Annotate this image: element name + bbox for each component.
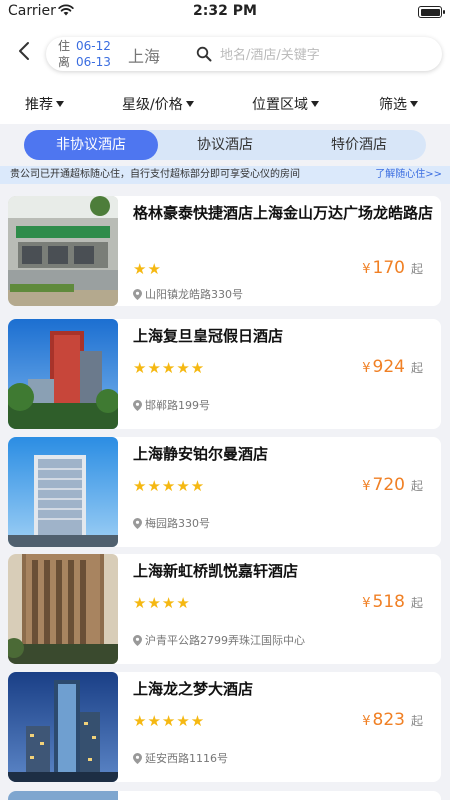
- hotel-name: 格林豪泰快捷酒店上海金山万达广场龙皓路店: [133, 204, 434, 222]
- hotel-address: 沪青平公路2799弄珠江国际中心: [133, 632, 305, 648]
- tab-non-agreement[interactable]: 非协议酒店: [24, 130, 158, 160]
- tab-agreement[interactable]: 协议酒店: [158, 130, 292, 160]
- location-pin-icon: [133, 634, 142, 646]
- filter-location[interactable]: 位置区域: [252, 94, 319, 114]
- filter-label: 位置区域: [252, 97, 308, 113]
- star-rating: ★★★★★: [133, 477, 206, 495]
- price-value: 823: [372, 710, 405, 730]
- hotel-list: 格林豪泰快捷酒店上海金山万达广场龙皓路店 ★★ ¥170 起 山阳镇龙皓路330号…: [0, 188, 450, 800]
- price-value: 924: [372, 357, 405, 377]
- hotel-price: ¥170 起: [362, 258, 423, 278]
- hotel-price: ¥924 起: [362, 357, 423, 377]
- address-text: 梅园路330号: [145, 517, 210, 530]
- hotel-image: [8, 319, 118, 429]
- filter-label: 星级/价格: [122, 97, 183, 113]
- hotel-image: [8, 554, 118, 664]
- checkout-date: 06-13: [76, 55, 111, 69]
- price-suffix: 起: [410, 714, 423, 728]
- location-pin-icon: [133, 399, 142, 411]
- price-value: 170: [372, 258, 405, 278]
- status-bar: Carrier 2:32 PM: [0, 0, 450, 24]
- notice-banner: 贵公司已开通超标随心住，自行支付超标部分即可享受心仪的房间 了解随心住>>: [0, 166, 450, 184]
- hotel-card[interactable]: 上海静安铂尔曼酒店 ★★★★★ ¥720 起 梅园路330号: [8, 437, 441, 547]
- date-picker[interactable]: 住 06-12 离 06-13: [58, 38, 111, 70]
- hotel-name: 上海新虹桥凯悦嘉轩酒店: [133, 562, 299, 580]
- hotel-image: [8, 791, 118, 800]
- hotel-price: ¥720 起: [362, 475, 423, 495]
- hotel-card-partial[interactable]: [8, 791, 441, 800]
- filter-more[interactable]: 筛选: [379, 94, 418, 114]
- hotel-name: 上海静安铂尔曼酒店: [133, 445, 269, 463]
- checkin-label: 住: [58, 39, 71, 53]
- search-icon: [196, 46, 212, 62]
- address-text: 延安西路1116号: [145, 752, 228, 765]
- filter-bar: 推荐 星级/价格 位置区域 筛选: [0, 82, 450, 124]
- search-bar[interactable]: 住 06-12 离 06-13 上海: [46, 37, 442, 71]
- filter-recommend[interactable]: 推荐: [25, 94, 64, 114]
- currency-symbol: ¥: [362, 262, 371, 277]
- hotel-card[interactable]: 上海新虹桥凯悦嘉轩酒店 ★★★★ ¥518 起 沪青平公路2799弄珠江国际中心: [8, 554, 441, 664]
- hotel-address: 延安西路1116号: [133, 750, 228, 766]
- location-pin-icon: [133, 288, 142, 300]
- hotel-address: 梅园路330号: [133, 515, 210, 531]
- hotel-image: [8, 437, 118, 547]
- dropdown-triangle-icon: [410, 101, 418, 107]
- dropdown-triangle-icon: [56, 101, 64, 107]
- hotel-card[interactable]: 上海复旦皇冠假日酒店 ★★★★★ ¥924 起 邯郸路199号: [8, 319, 441, 429]
- checkin-date: 06-12: [76, 39, 111, 53]
- currency-symbol: ¥: [362, 596, 371, 611]
- price-value: 720: [372, 475, 405, 495]
- notice-link[interactable]: 了解随心住>>: [375, 166, 442, 184]
- hotel-address: 邯郸路199号: [133, 397, 210, 413]
- hotel-address: 山阳镇龙皓路330号: [133, 286, 243, 302]
- price-suffix: 起: [410, 479, 423, 493]
- filter-label: 推荐: [25, 97, 53, 113]
- hotel-type-tabs-area: 非协议酒店 协议酒店 特价酒店: [0, 124, 450, 166]
- filter-star-price[interactable]: 星级/价格: [122, 94, 194, 114]
- tab-special-price[interactable]: 特价酒店: [292, 130, 426, 160]
- hotel-name: 上海复旦皇冠假日酒店: [133, 327, 284, 345]
- price-suffix: 起: [410, 262, 423, 276]
- star-rating: ★★: [133, 260, 162, 278]
- currency-symbol: ¥: [362, 714, 371, 729]
- price-value: 518: [372, 592, 405, 612]
- hotel-name: 上海龙之梦大酒店: [133, 680, 254, 698]
- currency-symbol: ¥: [362, 361, 371, 376]
- checkout-label: 离: [58, 55, 71, 69]
- battery-icon: [418, 6, 445, 18]
- hotel-type-tabs: 非协议酒店 协议酒店 特价酒店: [24, 130, 426, 160]
- filter-label: 筛选: [379, 97, 407, 113]
- hotel-card[interactable]: 格林豪泰快捷酒店上海金山万达广场龙皓路店 ★★ ¥170 起 山阳镇龙皓路330号: [8, 196, 441, 306]
- back-arrow-icon[interactable]: [14, 40, 36, 62]
- address-text: 沪青平公路2799弄珠江国际中心: [145, 634, 305, 647]
- notice-text: 贵公司已开通超标随心住，自行支付超标部分即可享受心仪的房间: [10, 169, 300, 180]
- location-pin-icon: [133, 752, 142, 764]
- currency-symbol: ¥: [362, 479, 371, 494]
- hotel-price: ¥518 起: [362, 592, 423, 612]
- star-rating: ★★★★: [133, 594, 191, 612]
- search-input[interactable]: [218, 44, 432, 66]
- star-rating: ★★★★★: [133, 359, 206, 377]
- price-suffix: 起: [410, 596, 423, 610]
- location-pin-icon: [133, 517, 142, 529]
- star-rating: ★★★★★: [133, 712, 206, 730]
- hotel-card[interactable]: 上海龙之梦大酒店 ★★★★★ ¥823 起 延安西路1116号: [8, 672, 441, 782]
- address-text: 山阳镇龙皓路330号: [145, 288, 243, 301]
- price-suffix: 起: [410, 361, 423, 375]
- hotel-price: ¥823 起: [362, 710, 423, 730]
- header: 住 06-12 离 06-13 上海: [0, 24, 450, 82]
- city-selector[interactable]: 上海: [128, 43, 160, 67]
- hotel-image: [8, 672, 118, 782]
- dropdown-triangle-icon: [311, 101, 319, 107]
- status-time: 2:32 PM: [193, 3, 257, 19]
- address-text: 邯郸路199号: [145, 399, 210, 412]
- hotel-image: [8, 196, 118, 306]
- dropdown-triangle-icon: [185, 101, 194, 107]
